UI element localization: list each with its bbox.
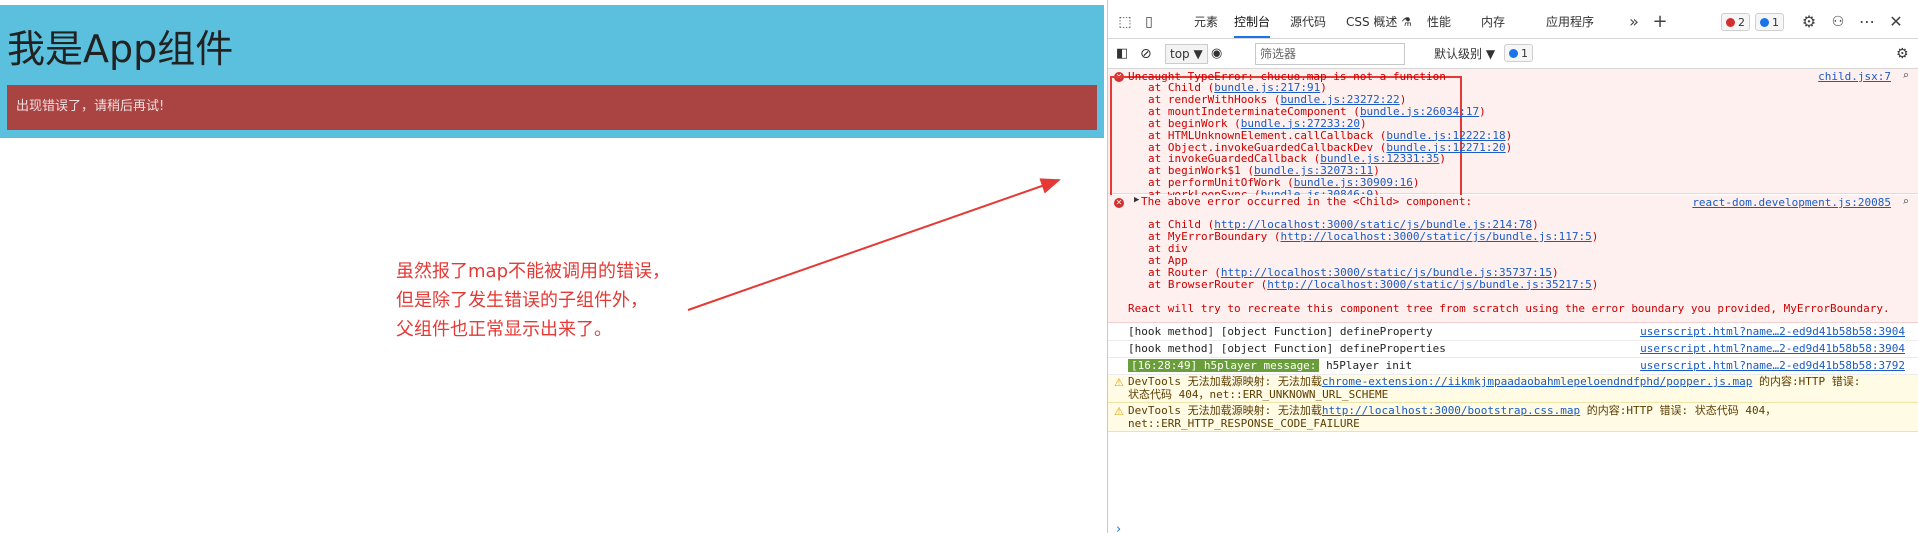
annotation-arrow <box>687 178 1061 311</box>
dropdown-caret-icon: ▼ <box>1485 47 1496 61</box>
console-error-message: ✕ ▶ react-dom.development.js:20085 ⌕ The… <box>1108 195 1918 323</box>
message-source-link[interactable]: userscript.html?name…2-ed9d41b58b58:3904 <box>1640 342 1905 355</box>
warning-text: 的内容:HTTP 错误: 状态代码 404， <box>1586 404 1777 417</box>
search-icon[interactable]: ⌕ <box>1902 195 1909 208</box>
devtools-tabbar: ⬚ ▯ 元素 控制台 源代码 CSS 概述 ⚗ 性能 内存 应用程序 » + 2… <box>1108 5 1918 39</box>
warning-text: DevTools 无法加载源映射: 无法加载 <box>1128 404 1322 417</box>
console-error-message: ✕ child.jsx:7 ⌕ Uncaught TypeError: chuc… <box>1108 69 1918 237</box>
tab-css-overview-label: CSS 概述 <box>1346 15 1398 29</box>
console-log-message: [16:28:49] h5player message: h5Player in… <box>1108 358 1918 375</box>
log-level-value: 默认级别 <box>1434 47 1483 61</box>
device-toolbar-icon[interactable]: ▯ <box>1140 13 1158 31</box>
error-dot-icon <box>1726 18 1735 27</box>
devtools-panel: ⬚ ▯ 元素 控制台 源代码 CSS 概述 ⚗ 性能 内存 应用程序 » + 2… <box>1107 0 1918 533</box>
tab-elements[interactable]: 元素 <box>1194 5 1218 38</box>
warning-text: 的内容:HTTP 错误: <box>1758 375 1861 388</box>
context-value: top <box>1170 47 1190 61</box>
context-selector[interactable]: top ▼ <box>1165 44 1208 64</box>
message-dot-icon <box>1760 18 1769 27</box>
console-settings-gear-icon[interactable]: ⚙ <box>1896 45 1909 63</box>
error-header: The above error occurred in the <Child> … <box>1141 195 1473 208</box>
message-source-link[interactable]: userscript.html?name…2-ed9d41b58b58:3792 <box>1640 359 1905 372</box>
warning-text-line2: net::ERR_HTTP_RESPONSE_CODE_FAILURE <box>1128 417 1360 430</box>
error-x-icon: ✕ <box>1114 198 1124 208</box>
inspect-element-icon[interactable]: ⬚ <box>1116 13 1134 31</box>
console-prompt-chevron-icon[interactable]: › <box>1116 522 1121 533</box>
message-source-link[interactable]: userscript.html?name…2-ed9d41b58b58:3904 <box>1640 325 1905 338</box>
sidebar-toggle-icon[interactable]: ◧ <box>1116 45 1128 63</box>
source-map-link[interactable]: http://localhost:3000/bootstrap.css.map <box>1322 404 1580 417</box>
warning-text-line2: 状态代码 404，net::ERR_UNKNOWN_URL_SCHEME <box>1128 388 1389 401</box>
tab-performance[interactable]: 性能 <box>1427 5 1451 38</box>
log-text: h5Player init <box>1326 359 1413 372</box>
tab-sources[interactable]: 源代码 <box>1290 5 1326 38</box>
message-count-badge[interactable]: 1 <box>1755 13 1784 31</box>
stack-frame-function: at BrowserRouter <box>1148 277 1254 291</box>
tab-css-overview[interactable]: CSS 概述 ⚗ <box>1346 5 1412 38</box>
feedback-icon[interactable]: ⚇ <box>1829 13 1847 31</box>
message-count: 1 <box>1772 16 1779 29</box>
console-output: ✕ child.jsx:7 ⌕ Uncaught TypeError: chuc… <box>1108 69 1918 533</box>
stack-frame: at MyErrorBoundary (http://localhost:300… <box>1148 229 1599 243</box>
more-options-icon[interactable]: ⋯ <box>1858 13 1876 31</box>
tab-console[interactable]: 控制台 <box>1234 5 1271 38</box>
tab-memory[interactable]: 内存 <box>1481 5 1505 38</box>
add-tab-icon[interactable]: + <box>1651 13 1669 31</box>
issue-dot-icon <box>1509 49 1518 58</box>
dropdown-caret-icon: ▼ <box>1193 47 1203 61</box>
source-map-link[interactable]: chrome-extension://iikmkjmpaadaobahmlepe… <box>1322 375 1752 388</box>
search-icon[interactable]: ⌕ <box>1902 69 1909 82</box>
stack-frame-link[interactable]: bundle.js:26034:17 <box>1360 105 1479 118</box>
log-text: [hook method] [object Function] definePr… <box>1128 325 1433 338</box>
console-warning-message: ⚠ DevTools 无法加载源映射: 无法加载http://localhost… <box>1108 404 1918 432</box>
message-source-link[interactable]: react-dom.development.js:20085 <box>1692 196 1891 209</box>
log-level-dropdown[interactable]: 默认级别 ▼ <box>1434 45 1495 63</box>
filter-input[interactable] <box>1255 43 1405 65</box>
console-toolbar: ◧ ⊘ top ▼ ◉ 默认级别 ▼ 1 ⚙ <box>1108 39 1918 69</box>
close-icon[interactable]: ✕ <box>1887 13 1905 31</box>
stack-frame-link[interactable]: http://localhost:3000/static/js/bundle.j… <box>1267 278 1592 291</box>
live-expression-eye-icon[interactable]: ◉ <box>1211 45 1222 63</box>
issues-badge[interactable]: 1 <box>1504 44 1533 62</box>
message-source-link[interactable]: child.jsx:7 <box>1818 70 1891 83</box>
stack-frame: at BrowserRouter (http://localhost:3000/… <box>1148 277 1599 291</box>
error-footer: React will try to recreate this componen… <box>1128 302 1890 315</box>
tab-application[interactable]: 应用程序 <box>1546 5 1594 38</box>
console-log-message: [hook method] [object Function] definePr… <box>1108 324 1918 341</box>
warning-triangle-icon: ⚠ <box>1114 376 1124 389</box>
flask-icon: ⚗ <box>1401 15 1413 29</box>
error-count-badge[interactable]: 2 <box>1721 13 1750 31</box>
clear-console-icon[interactable]: ⊘ <box>1140 45 1152 63</box>
settings-gear-icon[interactable]: ⚙ <box>1800 13 1818 31</box>
expand-triangle-icon[interactable]: ▶ <box>1134 195 1139 205</box>
warning-text: DevTools 无法加载源映射: 无法加载 <box>1128 375 1322 388</box>
log-timestamp-badge: [16:28:49] h5player message: <box>1128 359 1320 372</box>
error-count: 2 <box>1738 16 1745 29</box>
more-tabs-icon[interactable]: » <box>1625 13 1643 31</box>
issue-count: 1 <box>1521 47 1528 60</box>
warning-triangle-icon: ⚠ <box>1114 405 1124 418</box>
console-warning-message: ⚠ DevTools 无法加载源映射: 无法加载chrome-extension… <box>1108 375 1918 403</box>
console-log-message: [hook method] [object Function] definePr… <box>1108 341 1918 358</box>
stack-frame-link[interactable]: http://localhost:3000/static/js/bundle.j… <box>1280 230 1591 243</box>
log-text: [hook method] [object Function] definePr… <box>1128 342 1446 355</box>
